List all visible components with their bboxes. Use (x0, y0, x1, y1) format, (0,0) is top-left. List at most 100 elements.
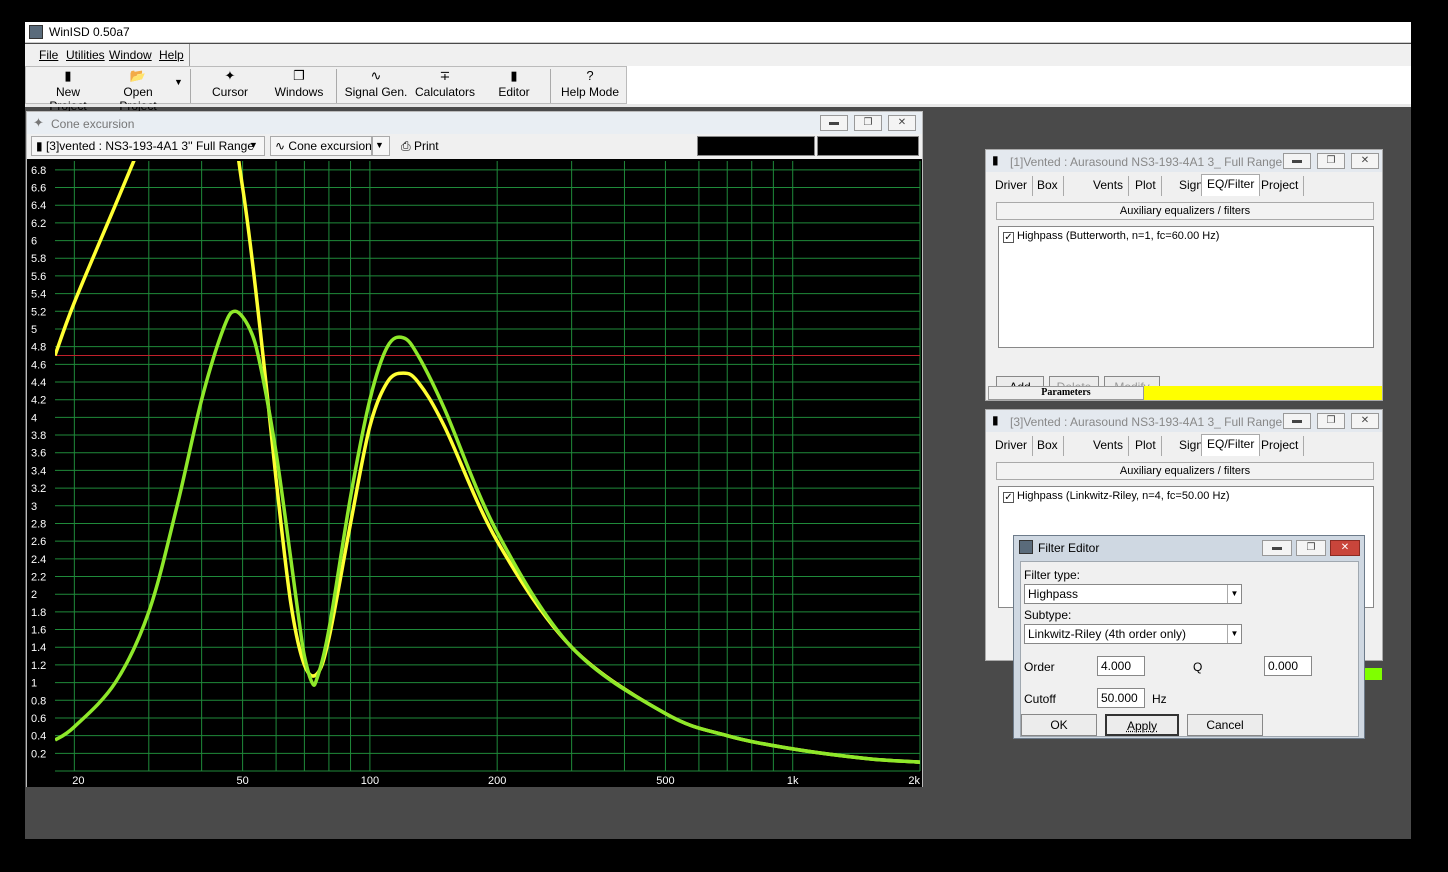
close-button[interactable]: ✕ (888, 115, 916, 131)
y-tick-label: 6 (31, 236, 37, 248)
project1-titlebar[interactable]: ▮ [1]Vented : Aurasound NS3-193-4A1 3_ F… (986, 150, 1382, 172)
filter-editor-title: Filter Editor (1038, 541, 1100, 555)
cutoff-field[interactable]: 50.000 (1097, 688, 1145, 708)
y-tick-label: 5 (31, 324, 37, 336)
close-button[interactable]: ✕ (1330, 540, 1360, 556)
tab-project[interactable]: Project (1256, 436, 1305, 456)
tab-vents[interactable]: Vents (1088, 176, 1130, 196)
filter-editor-body: Filter type: Highpass ▼ Subtype: Linkwit… (1020, 561, 1359, 737)
tab-project[interactable]: Project (1256, 176, 1305, 196)
filter-editor-titlebar[interactable]: Filter Editor ▬ ❐ ✕ (1014, 536, 1364, 560)
filter-list[interactable]: ✓ Highpass (Butterworth, n=1, fc=60.00 H… (998, 226, 1374, 348)
y-tick-label: 3.6 (31, 448, 46, 460)
editor-button[interactable]: ▮ Editor (492, 67, 536, 105)
tab-plot[interactable]: Plot (1130, 436, 1162, 456)
project1-title: [1]Vented : Aurasound NS3-193-4A1 3_ Ful… (1010, 155, 1283, 169)
tab-box[interactable]: Box (1032, 436, 1064, 456)
y-tick-label: 2.6 (31, 536, 46, 548)
y-tick-label: 2.8 (31, 518, 46, 530)
open-project-button[interactable]: 📂 Open Project (104, 67, 172, 113)
minimize-button[interactable]: ▬ (1283, 413, 1311, 429)
subtype-select[interactable]: Linkwitz-Riley (4th order only) (1024, 624, 1242, 644)
chart-svg[interactable]: 0.2 0.4 0.6 0.8 1 1.2 1.4 1.6 1.8 2 2.2 2.4 2.6 2.8 3 3… (27, 159, 922, 787)
apply-button[interactable]: Apply (1105, 714, 1179, 736)
close-button[interactable]: ✕ (1351, 153, 1379, 169)
series-line-1 (55, 161, 920, 764)
y-tick-label: 6.8 (31, 165, 46, 177)
cutoff-unit: Hz (1152, 692, 1167, 706)
help-mode-button[interactable]: ? Help Mode (560, 67, 620, 105)
maximize-button[interactable]: ❐ (1317, 153, 1345, 169)
tab-plot[interactable]: Plot (1130, 176, 1162, 196)
x-tick-label: 500 (656, 775, 674, 787)
windows-button[interactable]: ❐ Windows (271, 67, 327, 105)
tab-vents[interactable]: Vents (1088, 436, 1130, 456)
toolbar-divider (550, 69, 551, 103)
chevron-down-icon[interactable]: ▼ (249, 140, 258, 150)
calculators-icon: ∓ (439, 68, 451, 83)
y-tick-label: 6.2 (31, 218, 46, 230)
tab-driver[interactable]: Driver (990, 436, 1033, 456)
filter-type-select[interactable]: Highpass (1024, 584, 1242, 604)
y-tick-label: 5.8 (31, 253, 46, 265)
app-title: WinISD 0.50a7 (49, 25, 130, 39)
x-tick-label: 200 (488, 775, 506, 787)
menu-file[interactable]: File (39, 48, 58, 62)
parameters-status-bar (1362, 668, 1382, 680)
menu-window[interactable]: Window (109, 48, 152, 62)
cone-excursion-window: ✦ Cone excursion ▬ ❐ ✕ ▮ [3]vented : NS3… (26, 111, 923, 787)
minimize-button[interactable]: ▬ (1283, 153, 1311, 169)
q-field[interactable]: 0.000 (1264, 656, 1312, 676)
minimize-button[interactable]: ▬ (1262, 540, 1292, 556)
aux-filters-header[interactable]: Auxiliary equalizers / filters (996, 462, 1374, 480)
cursor-icon: ✦ (224, 68, 236, 83)
cone-window-toolbar: ▮ [3]vented : NS3-193-4A1 3'' Full Range… (27, 136, 922, 158)
chevron-down-icon[interactable]: ▼ (1227, 585, 1241, 603)
tab-box[interactable]: Box (1032, 176, 1064, 196)
cone-window-titlebar[interactable]: ✦ Cone excursion ▬ ❐ ✕ (27, 112, 922, 134)
signal-gen-button[interactable]: ∿ Signal Gen. (344, 67, 408, 105)
print-button[interactable]: ⎙ Print (401, 139, 439, 154)
maximize-button[interactable]: ❐ (854, 115, 882, 131)
cone-excursion-plot[interactable]: 0.2 0.4 0.6 0.8 1 1.2 1.4 1.6 1.8 2 2.2 2.4 2.6 2.8 3 3… (27, 159, 922, 787)
order-label: Order (1024, 660, 1055, 674)
tab-driver[interactable]: Driver (990, 176, 1033, 196)
filter-enabled-checkbox[interactable]: ✓ (1003, 492, 1014, 503)
menu-utilities[interactable]: Utilities (66, 48, 105, 62)
aux-filters-header[interactable]: Auxiliary equalizers / filters (996, 202, 1374, 220)
app-icon (29, 25, 43, 39)
parameters-label: Parameters (988, 386, 1144, 400)
cursor-readout-x (697, 136, 815, 156)
menu-bar: File Utilities Window Help (25, 44, 1411, 66)
windows-icon: ❐ (293, 68, 305, 83)
project3-titlebar[interactable]: ▮ [3]Vented : Aurasound NS3-193-4A1 3_ F… (986, 410, 1382, 432)
project-select[interactable]: ▮ [3]vented : NS3-193-4A1 3'' Full Range (31, 136, 265, 156)
toolbar-divider (190, 69, 191, 103)
minimize-button[interactable]: ▬ (820, 115, 848, 131)
filter-editor-dialog: Filter Editor ▬ ❐ ✕ Filter type: Highpas… (1013, 535, 1365, 739)
order-field[interactable]: 4.000 (1097, 656, 1145, 676)
cancel-button[interactable]: Cancel (1187, 714, 1263, 736)
tab-eq-filter[interactable]: EQ/Filter (1201, 174, 1261, 196)
y-tick-label: 3.8 (31, 430, 46, 442)
chevron-down-icon[interactable]: ▼ (372, 136, 390, 156)
editor-icon: ▮ (510, 68, 518, 83)
ok-button[interactable]: OK (1021, 714, 1097, 736)
close-button[interactable]: ✕ (1351, 413, 1379, 429)
calculators-button[interactable]: ∓ Calculators (414, 67, 476, 105)
new-project-button[interactable]: ▮ New Project (36, 67, 100, 113)
y-tick-label: 2.4 (31, 554, 46, 566)
graph-type-select[interactable]: ∿ Cone excursion (270, 136, 372, 156)
tab-eq-filter[interactable]: EQ/Filter (1201, 434, 1261, 456)
filter-enabled-checkbox[interactable]: ✓ (1003, 232, 1014, 243)
open-project-dropdown-icon[interactable]: ▼ (174, 77, 183, 87)
menu-help[interactable]: Help (159, 48, 184, 62)
filter-list-item[interactable]: Highpass (Butterworth, n=1, fc=60.00 Hz) (1017, 230, 1219, 242)
chevron-down-icon[interactable]: ▼ (1227, 625, 1241, 643)
maximize-button[interactable]: ❐ (1296, 540, 1326, 556)
filter-type-label: Filter type: (1024, 568, 1081, 582)
filter-list-item[interactable]: Highpass (Linkwitz-Riley, n=4, fc=50.00 … (1017, 490, 1230, 502)
toolbar-divider (336, 69, 337, 103)
maximize-button[interactable]: ❐ (1317, 413, 1345, 429)
cursor-button[interactable]: ✦ Cursor (204, 67, 256, 105)
